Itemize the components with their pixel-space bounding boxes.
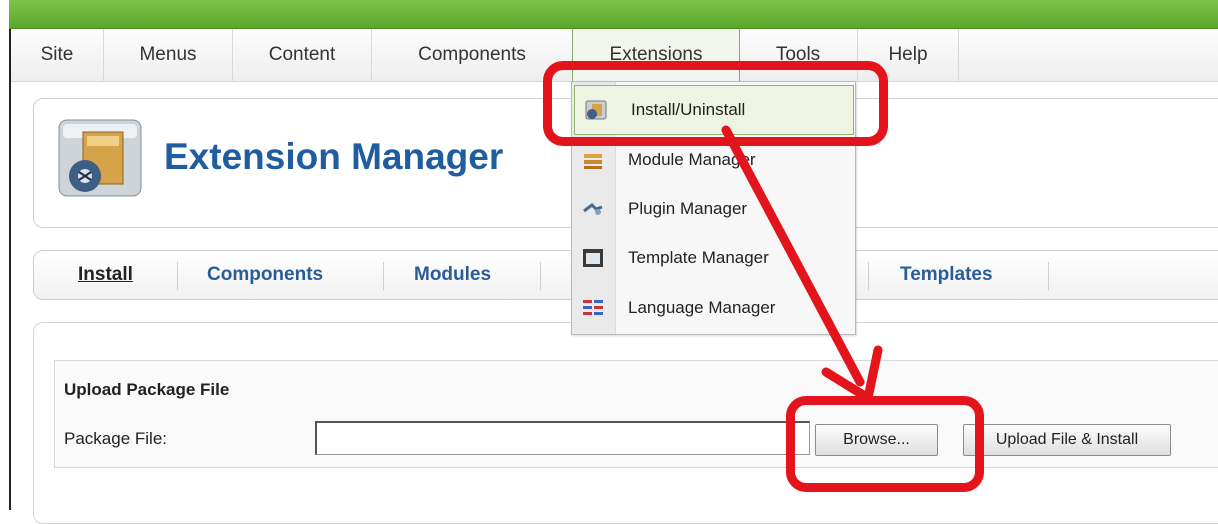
annotation-arrow — [721, 125, 883, 403]
